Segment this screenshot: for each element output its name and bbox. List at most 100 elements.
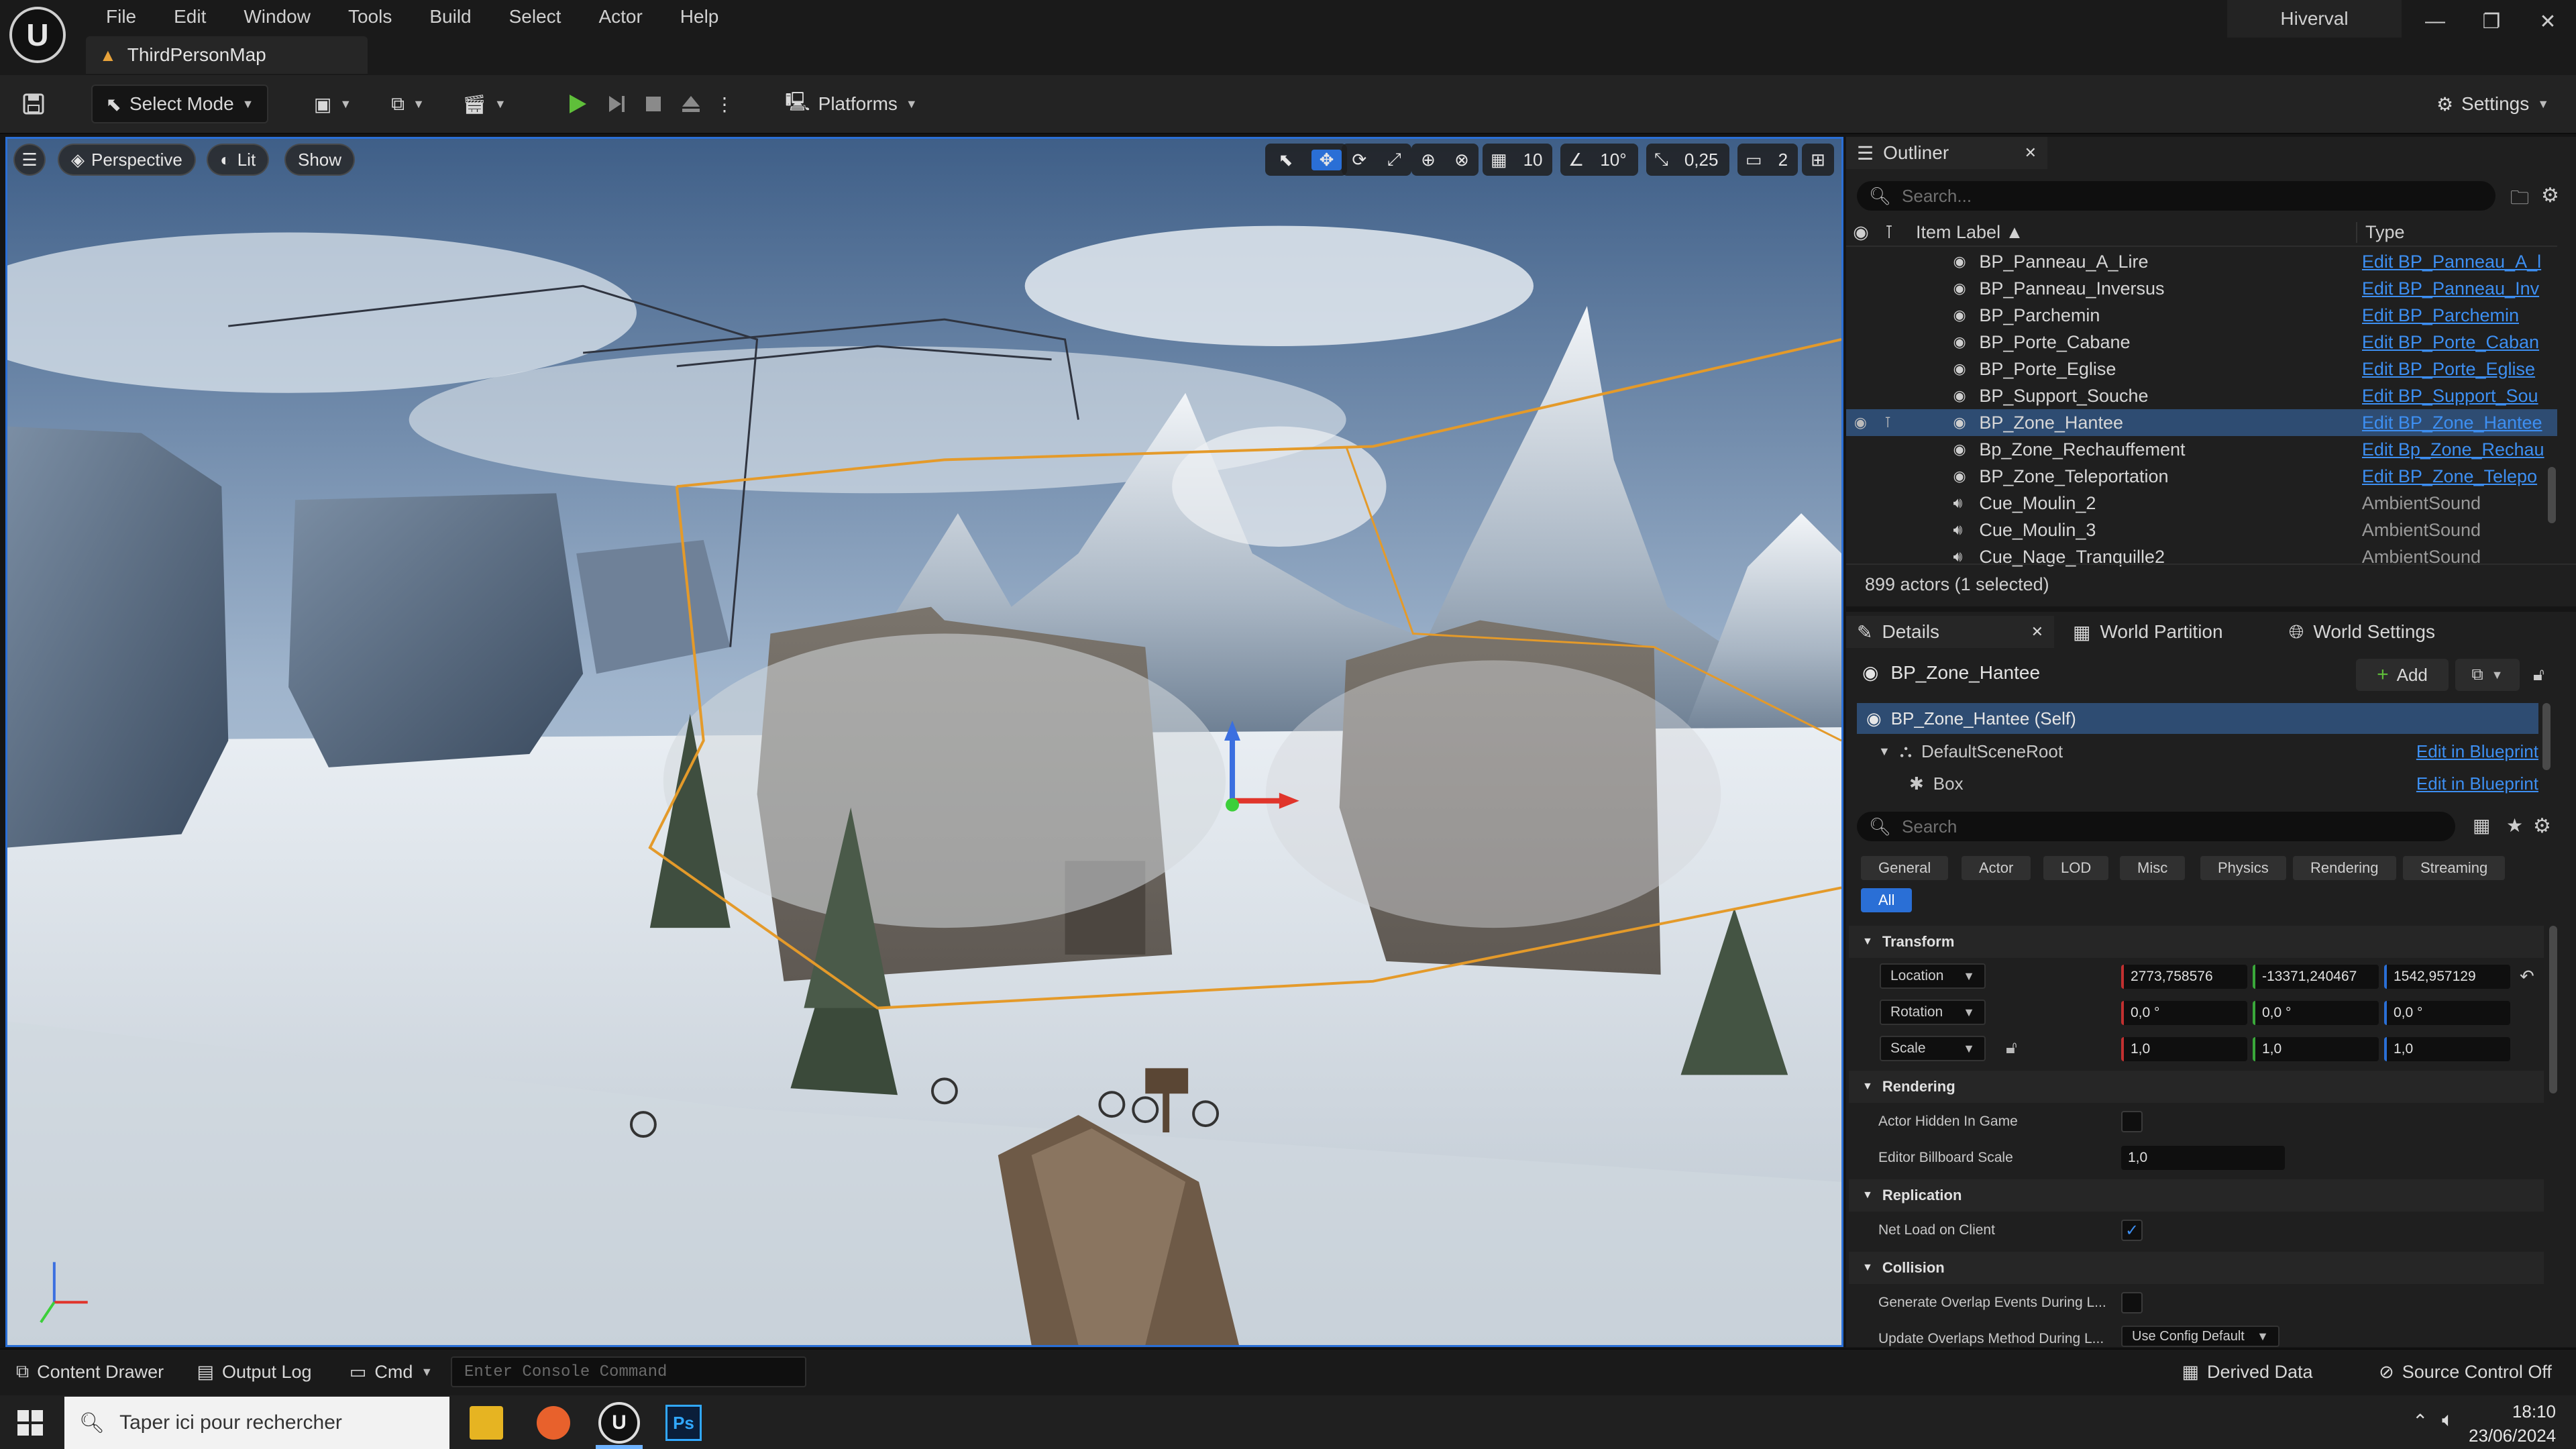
menu-build[interactable]: Build [411,0,490,34]
outliner-type-link[interactable]: Edit BP_Panneau_Inv [2362,278,2557,299]
console-command-input[interactable]: Enter Console Command [451,1356,806,1387]
output-log-button[interactable]: ▤ Output Log [191,1354,318,1390]
lock-icon[interactable]: 🔓︎ [2006,1037,2017,1059]
rotate-tool-icon[interactable]: ⟳ [1344,150,1375,170]
outliner-type-link[interactable]: Edit BP_Zone_Hantee [2362,413,2557,433]
step-button[interactable] [598,85,635,123]
lock-icon[interactable]: 🔓︎ [2533,664,2544,686]
edit-in-blueprint-link[interactable]: Edit in Blueprint [2416,773,2538,794]
item-label-header[interactable]: Item Label ▲ [1902,222,2356,243]
outliner-row[interactable]: ◉ BP_Porte_Cabane Edit BP_Porte_Caban [1846,329,2557,356]
rotation-x-field[interactable]: 0,0 ° [2121,1001,2247,1025]
overlap-events-checkbox[interactable] [2121,1292,2143,1313]
scale-y-field[interactable]: 1,0 [2253,1037,2379,1061]
gear-icon[interactable]: ⚙ [2541,184,2559,207]
select-tool-icon[interactable]: ⬉ [1271,150,1301,170]
gear-icon[interactable]: ⚙ [2533,814,2551,838]
category-rendering[interactable]: Rendering [2293,856,2396,880]
location-x-field[interactable]: 2773,758576 [2121,965,2247,989]
firefox-icon[interactable] [537,1406,570,1440]
category-streaming[interactable]: Streaming [2403,856,2506,880]
type-header[interactable]: Type [2356,221,2405,243]
net-load-checkbox[interactable]: ✓ [2121,1220,2143,1241]
world-partition-tab[interactable]: ▦ World Partition [2062,616,2263,648]
close-window-icon[interactable]: ✕ [2520,0,2576,43]
outliner-row[interactable]: ◉ BP_Parchemin Edit BP_Parchemin [1846,302,2557,329]
location-dropdown[interactable]: Location ▼ [1880,963,1986,989]
map-tab[interactable]: ▲ ThirdPersonMap [86,36,368,74]
pin-icon[interactable]: ⊺ [1876,222,1902,243]
rendering-section[interactable]: ▼ Rendering [1849,1071,2544,1103]
grid-snap-control[interactable]: ▦ 10 [1483,144,1552,176]
details-scrollbar[interactable] [2549,926,2557,1093]
outliner-tab[interactable]: ☰ Outliner ✕ [1846,137,2047,169]
cmd-dropdown[interactable]: ▭ Cmd ▼ [342,1354,440,1390]
outliner-type-link[interactable]: Edit Bp_Zone_Rechau [2362,439,2557,460]
component-root[interactable]: ▼ ⛬ DefaultSceneRoot Edit in Blueprint [1878,737,2538,766]
content-drawer-button[interactable]: ⧉ Content Drawer [9,1354,170,1390]
surface-snap-icon[interactable]: ⊗ [1446,150,1477,170]
rotation-y-field[interactable]: 0,0 ° [2253,1001,2379,1025]
level-viewport[interactable] [5,137,1843,1347]
outliner-type-link[interactable]: Edit BP_Porte_Eglise [2362,359,2557,380]
save-icon[interactable] [16,85,51,123]
replication-section[interactable]: ▼ Replication [1849,1179,2544,1212]
star-icon[interactable]: ★ [2506,814,2523,837]
expand-arrow-icon[interactable]: ▼ [1878,745,1890,759]
menu-window[interactable]: Window [225,0,329,34]
play-options-icon[interactable]: ⋮ [711,85,738,123]
outliner-row[interactable]: ◉ BP_Panneau_A_Lire Edit BP_Panneau_A_l [1846,248,2557,275]
outliner-search-input[interactable]: 🔍︎ Search... [1857,181,2496,211]
play-button[interactable] [557,85,597,123]
file-explorer-icon[interactable] [470,1406,503,1440]
table-view-icon[interactable]: ▦ [2473,814,2490,837]
camera-speed-control[interactable]: ▭ 2 [1737,144,1798,176]
menu-help[interactable]: Help [661,0,738,34]
eject-button[interactable] [674,85,708,123]
location-z-field[interactable]: 1542,957129 [2384,965,2510,989]
category-actor[interactable]: Actor [1962,856,2031,880]
menu-edit[interactable]: Edit [155,0,225,34]
edit-in-blueprint-link[interactable]: Edit in Blueprint [2416,741,2538,762]
lit-button[interactable]: ◐ Lit [207,144,270,176]
details-search-input[interactable]: 🔍︎ Search [1857,812,2455,841]
location-y-field[interactable]: -13371,240467 [2253,965,2379,989]
components-scrollbar[interactable] [2542,703,2551,770]
scene-render[interactable] [7,139,1841,1345]
world-space-icon[interactable]: ⊕ [1413,150,1444,170]
taskbar-clock[interactable]: 18:10 23/06/2024 [2469,1399,2556,1448]
unreal-logo-icon[interactable]: U [9,7,66,63]
outliner-row[interactable]: ◉ Bp_Zone_Rechauffement Edit Bp_Zone_Recha… [1846,436,2557,463]
cinematics-button[interactable]: 🎬︎ ▼ [456,85,513,123]
outliner-row[interactable]: ◉ BP_Support_Souche Edit BP_Support_Sou [1846,382,2557,409]
category-lod[interactable]: LOD [2043,856,2109,880]
chevron-up-icon[interactable]: ⌃ [2412,1410,2428,1432]
transform-section[interactable]: ▼ Transform [1849,926,2544,958]
scale-tool-icon[interactable]: ⤢ [1379,149,1409,170]
outliner-type-link[interactable]: Edit BP_Panneau_A_l [2362,252,2557,272]
close-icon[interactable]: ✕ [2031,623,2043,641]
world-settings-tab[interactable]: 🌐︎ World Settings [2278,616,2500,648]
photoshop-icon[interactable]: Ps [665,1405,702,1441]
menu-actor[interactable]: Actor [580,0,661,34]
select-mode-dropdown[interactable]: ⬉ Select Mode ▼ [91,85,268,123]
blueprint-button[interactable]: ⧉ ▼ [380,85,436,123]
restore-icon[interactable]: ❐ [2463,0,2520,43]
platforms-dropdown[interactable]: 🖳︎ Platforms ▼ [782,85,920,123]
component-box[interactable]: ✱ Box Edit in Blueprint [1909,769,2538,798]
viewport-menu-icon[interactable]: ☰ [13,144,46,176]
visibility-icon[interactable]: ◉ [1846,222,1876,243]
perspective-button[interactable]: ◈ Perspective [58,144,196,176]
category-physics[interactable]: Physics [2200,856,2286,880]
minimize-icon[interactable]: — [2407,0,2463,43]
unreal-engine-taskbar-icon[interactable]: U [598,1402,640,1444]
visibility-icon[interactable]: ◉ [1846,414,1875,431]
rotation-snap-control[interactable]: ∠ 10° [1560,144,1638,176]
viewport-layout-icon[interactable]: ⊞ [1802,144,1834,176]
derived-data-button[interactable]: ▦ Derived Data [2167,1354,2328,1390]
rotation-z-field[interactable]: 0,0 ° [2384,1001,2510,1025]
outliner-row[interactable]: 🔊︎ Cue_Moulin_2 AmbientSound [1846,490,2557,517]
reset-icon[interactable]: ↶ [2520,966,2534,987]
category-all[interactable]: All [1861,888,1913,912]
rotation-dropdown[interactable]: Rotation ▼ [1880,1000,1986,1025]
